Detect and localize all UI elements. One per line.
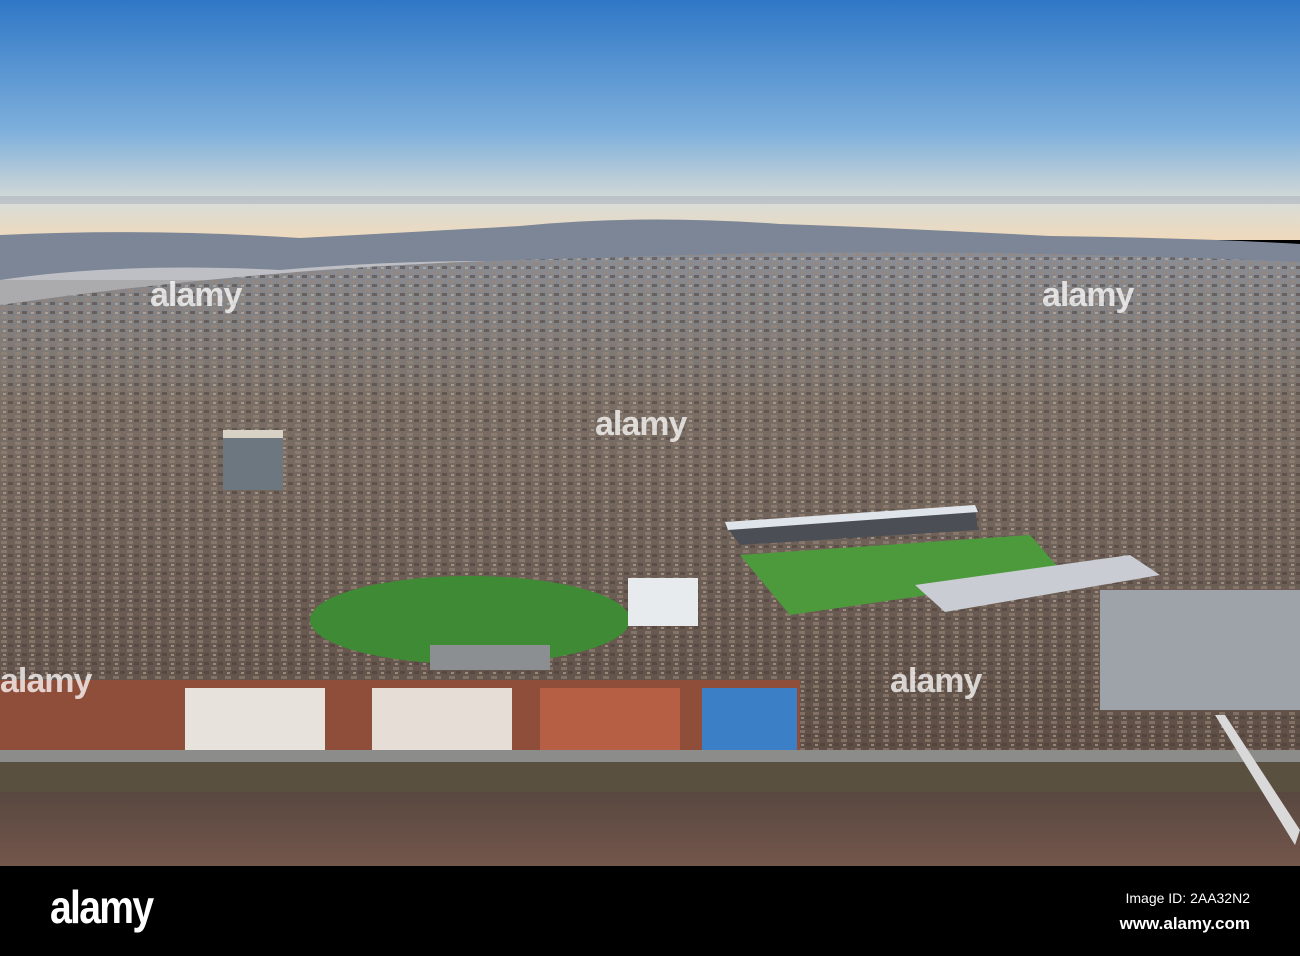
watermark-logo: alamy (1042, 276, 1134, 314)
watermark-logo: alamy (595, 405, 687, 443)
marquee-tent (628, 578, 698, 626)
watermark-logo: alamy (150, 276, 242, 314)
mudbank (0, 762, 1300, 792)
watermark-logo: alamy (0, 662, 92, 700)
image-id: Image ID: 2AA32N2 (1125, 890, 1250, 906)
site-url[interactable]: www.alamy.com (1120, 914, 1250, 934)
alamy-logo[interactable]: alamy (50, 880, 154, 934)
watermark-logo: alamy (890, 662, 982, 700)
aerial-photo: alamy alamy alamy alamy alamy (0, 0, 1300, 866)
office-tower (223, 430, 283, 490)
footer-bar: alamy Image ID: 2AA32N2 www.alamy.com (0, 866, 1300, 956)
stock-photo-page: alamy alamy alamy alamy alamy alamy Imag… (0, 0, 1300, 956)
cloud-band (0, 196, 1300, 204)
riverside-path (0, 750, 1300, 762)
river (0, 792, 1300, 866)
